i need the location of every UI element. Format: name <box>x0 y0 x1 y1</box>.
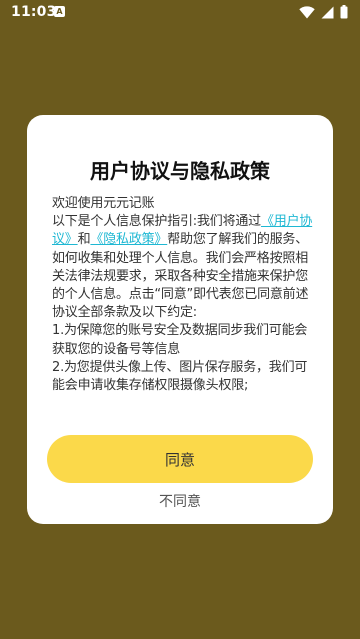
intro-prefix: 以下是个人信息保护指引:我们将通过 <box>52 214 261 230</box>
terms-item-2: 2.为您提供头像上传、图片保存服务，我们可能会申请收集存储权限摄像头权限; <box>52 359 308 394</box>
privacy-policy-link[interactable]: 《隐私政策》 <box>90 232 167 247</box>
wifi-icon <box>299 5 315 18</box>
battery-icon <box>340 5 348 19</box>
disagree-button[interactable]: 不同意 <box>27 491 333 511</box>
dialog-body: 欢迎使用元元记账 以下是个人信息保护指引:我们将通过《用户协议》和《隐私政策》帮… <box>52 195 314 395</box>
status-indicators <box>299 5 348 19</box>
terms-item-1: 1.为保障您的账号安全及数据同步我们可能会获取您的设备号等信息 <box>52 323 308 357</box>
dialog-title: 用户协议与隐私政策 <box>90 159 270 183</box>
app-notification-icon: A <box>54 6 65 17</box>
agree-button[interactable]: 同意 <box>47 435 313 483</box>
welcome-text: 欢迎使用元元记账 <box>52 196 155 211</box>
cellular-signal-icon <box>321 6 334 18</box>
privacy-dialog: 用户协议与隐私政策 欢迎使用元元记账 以下是个人信息保护指引:我们将通过《用户协… <box>27 115 333 524</box>
and-text: 和 <box>77 232 91 248</box>
status-time: 11:03 <box>11 4 57 20</box>
intro-paragraph: 以下是个人信息保护指引:我们将通过《用户协议》和《隐私政策》帮助您了解我们的服务… <box>52 213 314 322</box>
status-bar: 11:03 A <box>0 0 360 26</box>
